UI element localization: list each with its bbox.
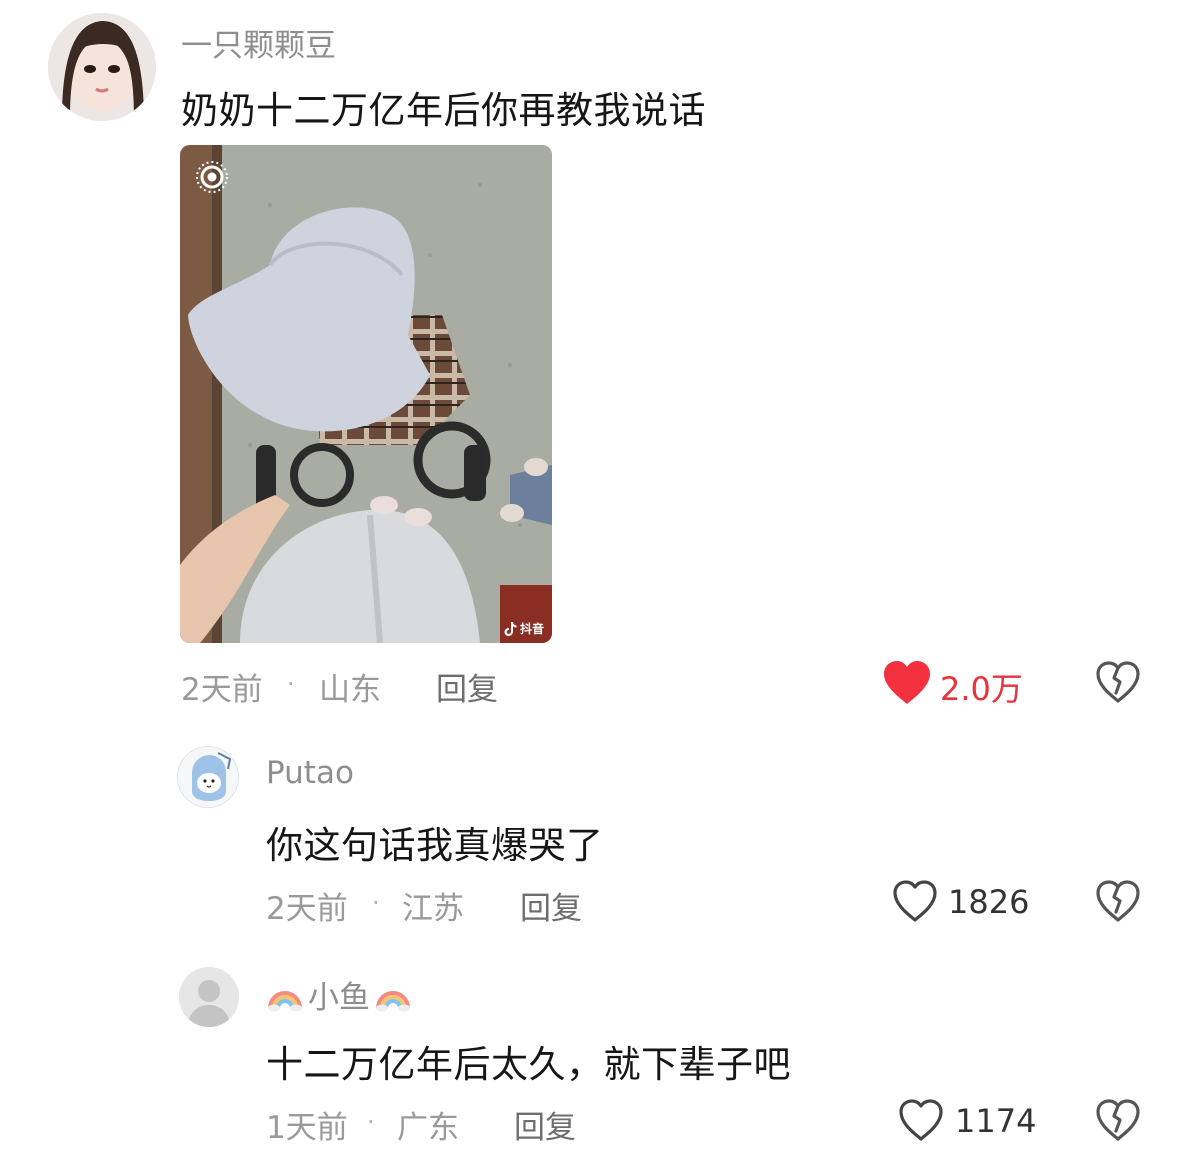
heart-icon[interactable] xyxy=(882,660,932,706)
avatar[interactable] xyxy=(48,13,156,121)
rainbow-icon xyxy=(266,978,304,1012)
comment-location: 山东 xyxy=(319,672,381,708)
avatar[interactable] xyxy=(179,967,239,1027)
reply-button[interactable]: 回复 xyxy=(514,1102,576,1147)
comment-image[interactable]: 抖音 xyxy=(180,145,552,643)
reply-button[interactable]: 回复 xyxy=(520,883,582,928)
username-row[interactable]: 小鱼 xyxy=(266,972,412,1017)
username[interactable]: 一只颗颗豆 xyxy=(181,20,336,65)
avatar-image xyxy=(178,747,238,807)
meta-separator: · xyxy=(372,889,380,917)
comment-text: 奶奶十二万亿年后你再教我说话 xyxy=(181,89,706,132)
broken-heart-icon[interactable] xyxy=(1095,879,1141,923)
like-count: 1174 xyxy=(955,1102,1037,1140)
avatar[interactable] xyxy=(177,746,239,808)
comment-time: 1天前 xyxy=(266,1110,348,1146)
comment-time: 2天前 xyxy=(181,672,263,708)
heart-icon[interactable] xyxy=(892,879,938,923)
like-count: 1826 xyxy=(948,883,1030,921)
douyin-logo-icon xyxy=(504,621,517,636)
wheelchair-photo xyxy=(180,145,552,643)
broken-heart-icon[interactable] xyxy=(1095,660,1141,704)
rainbow-icon xyxy=(374,978,412,1012)
douyin-watermark: 抖音 xyxy=(504,620,544,637)
comment-location: 广东 xyxy=(397,1110,459,1146)
comment-text: 十二万亿年后太久，就下辈子吧 xyxy=(266,1043,791,1086)
username[interactable]: Putao xyxy=(266,755,354,791)
watermark-text: 抖音 xyxy=(519,622,544,636)
like-count: 2.0万 xyxy=(940,670,1023,708)
live-photo-icon xyxy=(194,159,230,195)
meta-separator: · xyxy=(287,670,295,698)
meta-separator: · xyxy=(367,1108,375,1136)
avatar-image xyxy=(48,13,156,121)
comment-location: 江苏 xyxy=(402,891,464,927)
comment-time: 2天前 xyxy=(266,891,348,927)
broken-heart-icon[interactable] xyxy=(1095,1098,1141,1142)
reply-button[interactable]: 回复 xyxy=(436,664,498,709)
comment-text: 你这句话我真爆哭了 xyxy=(266,824,604,867)
username[interactable]: 小鱼 xyxy=(308,972,370,1017)
default-avatar-icon xyxy=(179,967,239,1027)
heart-icon[interactable] xyxy=(898,1098,944,1142)
